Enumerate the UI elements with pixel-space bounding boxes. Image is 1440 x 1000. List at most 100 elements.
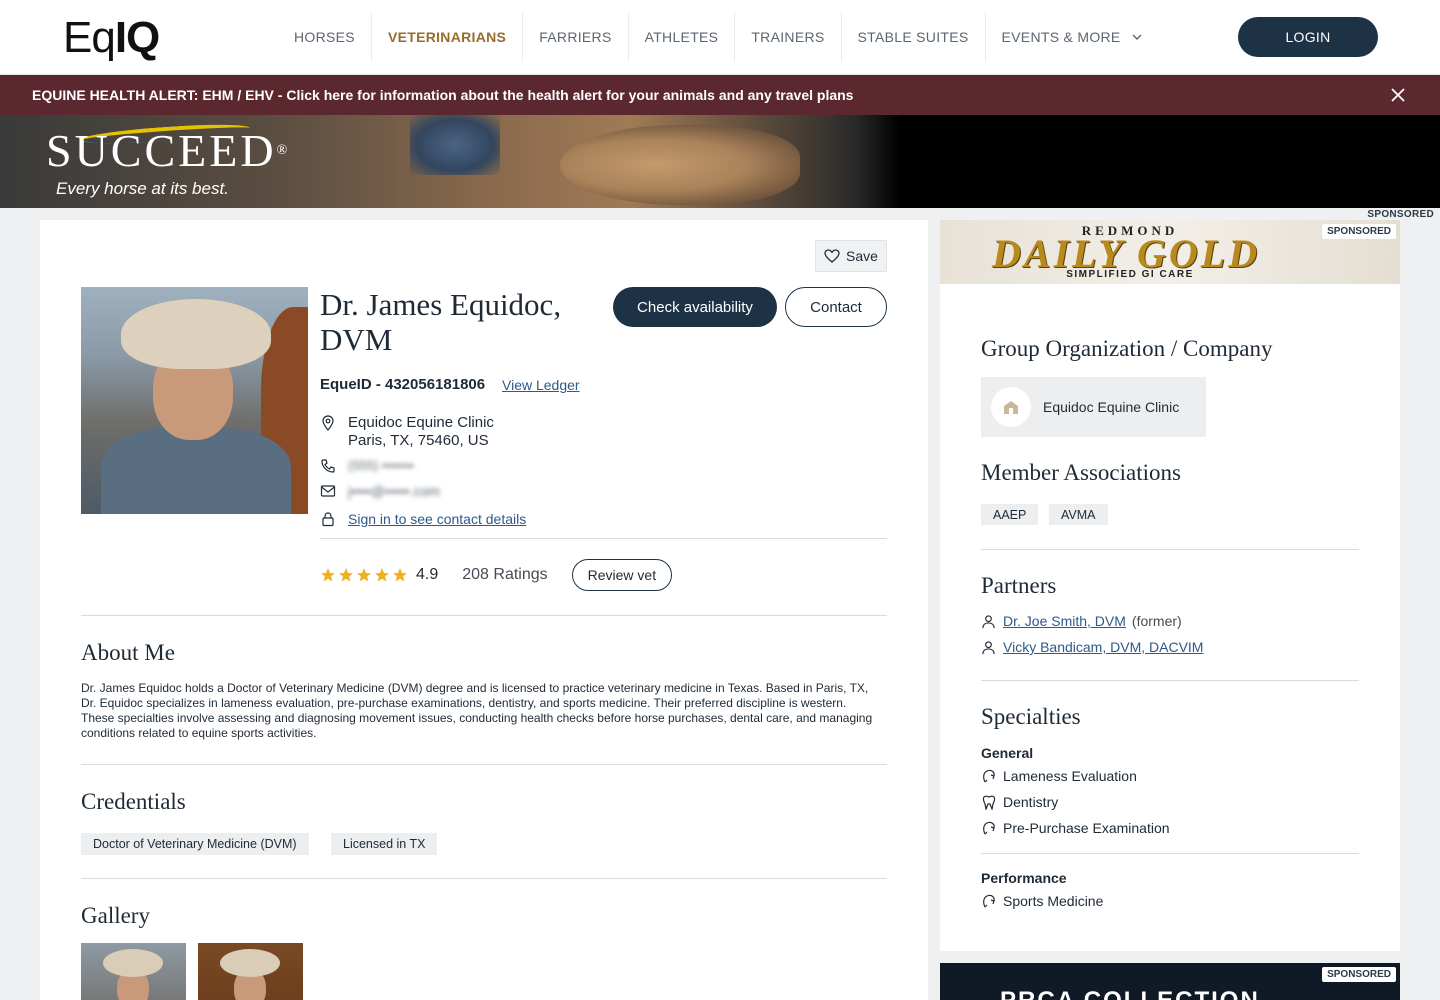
profile-card: Save Dr. James Equidoc, DVM Check availa…: [40, 220, 928, 1000]
specialty-item: Lameness Evaluation: [981, 768, 1137, 784]
main-nav: HORSES VETERINARIANS FARRIERS ATHLETES T…: [278, 12, 1159, 62]
email-row: j••••@•••••.com: [320, 482, 440, 500]
horseshoe-icon: [983, 769, 995, 783]
horseshoe-icon: [983, 821, 995, 835]
divider: [81, 878, 887, 879]
banner-ad[interactable]: SUCCEED® Every horse at its best.: [0, 115, 1440, 208]
specialty-label: Lameness Evaluation: [1003, 768, 1137, 784]
person-icon: [982, 640, 995, 654]
specialty-item: Sports Medicine: [981, 893, 1103, 909]
sidebar-ad[interactable]: REDMOND DAILY GOLD SIMPLIFIED GI CARE SP…: [940, 220, 1400, 296]
divider: [981, 680, 1359, 681]
nav-horses[interactable]: HORSES: [278, 12, 372, 62]
barn-icon: [1004, 401, 1018, 414]
gallery-thumbnail[interactable]: [198, 943, 303, 1000]
health-alert-text[interactable]: EQUINE HEALTH ALERT: EHM / EHV - Click h…: [32, 87, 853, 103]
banner-tagline: Every horse at its best.: [56, 179, 229, 198]
sidebar-ad-bottom[interactable]: PRCA COLLECTION SPONSORED: [940, 963, 1400, 1000]
person-icon: [982, 614, 995, 628]
specialty-item: Pre-Purchase Examination: [981, 820, 1170, 836]
clinic-address: Paris, TX, 75460, US: [348, 432, 489, 449]
specialty-item: Dentistry: [981, 794, 1058, 810]
lock-icon: [322, 512, 334, 527]
health-alert-bar[interactable]: EQUINE HEALTH ALERT: EHM / EHV - Click h…: [0, 75, 1440, 115]
nav-events-more[interactable]: EVENTS & MORE: [986, 12, 1159, 62]
star-icon: [375, 568, 389, 582]
divider: [81, 615, 887, 616]
star-icon: [321, 568, 335, 582]
mail-icon: [320, 485, 336, 497]
review-vet-button[interactable]: Review vet: [571, 559, 673, 591]
credentials-title: Credentials: [81, 789, 186, 814]
specialty-group-performance: Performance: [981, 870, 1067, 886]
sponsored-badge: SPONSORED: [1322, 224, 1396, 239]
about-title: About Me: [81, 640, 175, 665]
rating-score: 4.9: [416, 566, 439, 583]
nav-farriers[interactable]: FARRIERS: [523, 12, 629, 62]
member-associations-title: Member Associations: [981, 460, 1181, 485]
banner-brand-logo: SUCCEED®: [46, 125, 290, 177]
save-button[interactable]: Save: [815, 240, 887, 272]
gallery-thumbnail[interactable]: [81, 943, 186, 1000]
phone-row: (555) •••••••: [320, 457, 414, 475]
nav-athletes[interactable]: ATHLETES: [629, 12, 736, 62]
credential-chip: Doctor of Veterinary Medicine (DVM): [81, 833, 309, 855]
check-availability-button[interactable]: Check availability: [613, 287, 777, 327]
profile-name: Dr. James Equidoc, DVM: [320, 287, 562, 357]
phone-hidden: (555) •••••••: [348, 458, 414, 473]
sidebar-ad-sub: SIMPLIFIED GI CARE: [1066, 269, 1194, 280]
clinic-name: Equidoc Equine Clinic: [348, 414, 494, 431]
nav-events-more-label: EVENTS & MORE: [1001, 29, 1121, 45]
specialty-group-general: General: [981, 745, 1034, 761]
view-ledger-link[interactable]: View Ledger: [502, 377, 580, 393]
star-icon: [393, 568, 407, 582]
clinic-logo: [991, 387, 1031, 427]
ratings-count: 208 Ratings: [462, 566, 548, 583]
save-label: Save: [846, 248, 878, 264]
star-icon: [357, 568, 371, 582]
group-org-card[interactable]: Equidoc Equine Clinic: [981, 377, 1206, 437]
divider: [320, 538, 887, 539]
sidebar: Group Organization / Company Equidoc Equ…: [940, 296, 1400, 951]
credential-chip: Licensed in TX: [331, 833, 438, 855]
sponsored-label: SPONSORED: [1367, 209, 1434, 220]
logo-text-thin: Eq: [63, 13, 116, 62]
banner-brand-mark: ®: [276, 143, 291, 158]
contact-button[interactable]: Contact: [785, 287, 887, 327]
divider: [981, 549, 1359, 550]
partner-note: (former): [1131, 613, 1182, 629]
equeid: EqueID - 432056181806: [320, 376, 486, 393]
sponsored-badge: SPONSORED: [1322, 967, 1396, 982]
heart-icon: [824, 249, 840, 263]
top-navigation: EqIQ HORSES VETERINARIANS FARRIERS ATHLE…: [0, 0, 1440, 75]
location-pin-icon: [322, 415, 334, 431]
partner-item: Dr. Joe Smith, DVM (former): [981, 613, 1182, 629]
specialty-label: Pre-Purchase Examination: [1003, 820, 1170, 836]
close-icon[interactable]: [1390, 87, 1406, 103]
eqiq-logo[interactable]: EqIQ: [63, 13, 160, 62]
sidebar-ad-bottom-text: PRCA COLLECTION: [1000, 987, 1260, 1000]
nav-veterinarians[interactable]: VETERINARIANS: [372, 12, 524, 62]
chevron-down-icon: [1132, 34, 1142, 40]
logo-text-bold: IQ: [114, 13, 160, 62]
banner-horse-image: [560, 125, 800, 205]
nav-stable-suites[interactable]: STABLE SUITES: [842, 12, 986, 62]
phone-icon: [321, 459, 335, 473]
group-org-title: Group Organization / Company: [981, 336, 1273, 361]
signin-row: Sign in to see contact details: [320, 510, 526, 528]
association-chip: AAEP: [981, 504, 1039, 525]
signin-contact-link[interactable]: Sign in to see contact details: [348, 510, 526, 528]
divider: [81, 764, 887, 765]
specialties-title: Specialties: [981, 704, 1081, 729]
divider: [981, 853, 1359, 854]
location-row: Equidoc Equine Clinic Paris, TX, 75460, …: [320, 414, 494, 450]
login-button[interactable]: LOGIN: [1238, 17, 1378, 57]
profile-photo: [81, 287, 308, 514]
nav-trainers[interactable]: TRAINERS: [735, 12, 842, 62]
partner-link[interactable]: Vicky Bandicam, DVM, DACVIM: [1003, 639, 1203, 655]
banner-brand: SUCCEED: [46, 125, 277, 176]
partner-link[interactable]: Dr. Joe Smith, DVM: [1003, 613, 1126, 629]
about-text: Dr. James Equidoc holds a Doctor of Vete…: [81, 681, 873, 740]
tooth-icon: [982, 795, 996, 810]
gallery-title: Gallery: [81, 903, 150, 928]
